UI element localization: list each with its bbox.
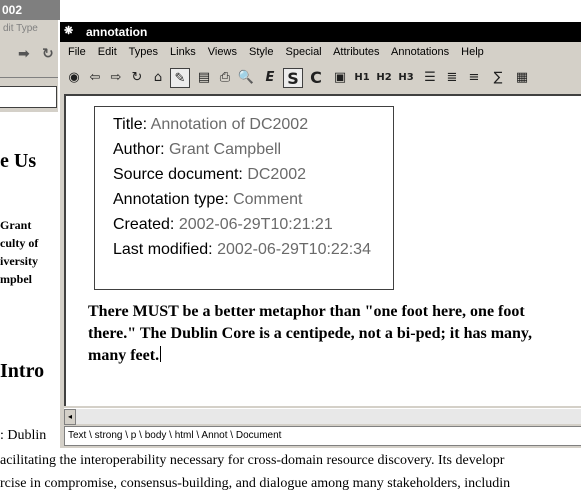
app-icon[interactable]: ❋ xyxy=(64,24,80,39)
annotation-window-title: annotation xyxy=(86,25,148,39)
background-url-area xyxy=(0,78,60,112)
metadata-title-label: Title: xyxy=(113,116,148,133)
status-bar: Text \ strong \ p \ body \ html \ Annot … xyxy=(64,426,581,446)
home-icon[interactable]: ⌂ xyxy=(148,68,168,88)
metadata-source: Source document: DC2002 xyxy=(113,162,393,187)
menu-file[interactable]: File xyxy=(68,46,86,58)
annotation-window: ❋ annotation File Edit Types Links Views… xyxy=(58,20,581,448)
metadata-type-value: Comment xyxy=(233,191,303,208)
image-icon[interactable]: ▣ xyxy=(330,68,350,88)
background-url-field[interactable] xyxy=(0,86,57,108)
menu-attributes[interactable]: Attributes xyxy=(333,46,379,58)
background-heading: e Us xyxy=(0,150,37,172)
element-path: Text \ strong \ p \ body \ html \ Annot … xyxy=(68,430,282,441)
menu-style[interactable]: Style xyxy=(249,46,273,58)
emphasis-icon[interactable]: E xyxy=(260,68,280,88)
back-icon[interactable]: ⇦ xyxy=(85,68,105,88)
print-icon[interactable]: ⎙ xyxy=(215,68,235,88)
strong-icon[interactable]: S xyxy=(283,68,303,88)
forward-icon[interactable]: ⇨ xyxy=(106,68,126,88)
metadata-created: Created: 2002-06-29T10:21:21 xyxy=(113,212,393,237)
bullet-list-icon[interactable]: ☰ xyxy=(420,68,440,88)
metadata-type: Annotation type: Comment xyxy=(113,187,393,212)
metadata-author-label: Author: xyxy=(113,141,165,158)
text-cursor xyxy=(160,346,162,362)
background-body-line: acilitating the interoperability necessa… xyxy=(0,453,505,468)
annotation-body-text[interactable]: There MUST be a better metaphor than "on… xyxy=(88,303,532,364)
toolbar: ◉ ⇦ ⇨ ↻ ⌂ ✎ ▤ ⎙ 🔍 E S C ▣ H1 H2 H3 ☰ ≣ ≡… xyxy=(60,64,581,92)
metadata-author-value: Grant Campbell xyxy=(169,141,282,158)
annotation-metadata-box: Title: Annotation of DC2002 Author: Gran… xyxy=(94,106,394,290)
background-toolbar: ➡ ↻ xyxy=(0,38,60,78)
background-paragraph-start: : Dublin xyxy=(0,428,47,443)
background-section-heading: Intro xyxy=(0,360,45,382)
background-author-affiliation: culty of xyxy=(0,236,39,250)
definition-list-icon[interactable]: ≡ xyxy=(464,68,484,88)
reload-icon[interactable]: ↻ xyxy=(42,46,54,62)
background-window-title[interactable]: 002 xyxy=(0,0,60,20)
code-icon[interactable]: C xyxy=(306,68,326,88)
heading3-icon[interactable]: H3 xyxy=(396,68,416,88)
math-icon[interactable]: ∑ xyxy=(488,68,508,88)
metadata-title-value: Annotation of DC2002 xyxy=(150,116,309,133)
horizontal-scrollbar[interactable]: ◂ xyxy=(64,408,581,425)
menubar: File Edit Types Links Views Style Specia… xyxy=(60,42,581,64)
metadata-modified-value: 2002-06-29T10:22:34 xyxy=(217,241,371,258)
stop-icon[interactable]: ◉ xyxy=(64,68,84,88)
scroll-left-icon[interactable]: ◂ xyxy=(64,409,76,425)
find-icon[interactable]: 🔍 xyxy=(236,68,256,88)
heading1-icon[interactable]: H1 xyxy=(352,68,372,88)
metadata-created-label: Created: xyxy=(113,216,175,233)
menu-types[interactable]: Types xyxy=(129,46,158,58)
table-icon[interactable]: ▦ xyxy=(512,68,532,88)
metadata-modified-label: Last modified: xyxy=(113,241,213,258)
reload-icon[interactable]: ↻ xyxy=(127,68,147,88)
metadata-modified: Last modified: 2002-06-29T10:22:34 xyxy=(113,237,393,262)
background-author-affiliation: iversity xyxy=(0,254,38,268)
menu-help[interactable]: Help xyxy=(461,46,484,58)
menu-views[interactable]: Views xyxy=(208,46,237,58)
menu-special[interactable]: Special xyxy=(286,46,322,58)
annotation-body[interactable]: There MUST be a better metaphor than "on… xyxy=(88,301,568,367)
background-body-line: rcise in compromise, consensus-building,… xyxy=(0,476,511,491)
annotation-window-titlebar[interactable]: ❋ annotation xyxy=(60,22,581,42)
metadata-source-link[interactable]: DC2002 xyxy=(247,166,306,183)
background-menubar[interactable]: dit Type xyxy=(0,20,60,38)
metadata-created-value: 2002-06-29T10:21:21 xyxy=(178,216,333,233)
menu-edit[interactable]: Edit xyxy=(98,46,117,58)
menu-links[interactable]: Links xyxy=(170,46,196,58)
metadata-author: Author: Grant Campbell xyxy=(113,137,393,162)
desktop: 002 dit Type ➡ ↻ e Us Grant culty of ive… xyxy=(0,0,581,502)
background-author-email: mpbel xyxy=(0,272,33,286)
background-author-name: Grant xyxy=(0,218,32,232)
metadata-source-label: Source document: xyxy=(113,166,243,183)
metadata-title: Title: Annotation of DC2002 xyxy=(113,112,393,137)
menu-annotations[interactable]: Annotations xyxy=(391,46,449,58)
document-view[interactable]: Title: Annotation of DC2002 Author: Gran… xyxy=(64,94,581,406)
edit-pencil-icon[interactable]: ✎ xyxy=(170,68,190,88)
save-icon[interactable]: ▤ xyxy=(194,68,214,88)
forward-icon[interactable]: ➡ xyxy=(18,46,30,62)
metadata-type-label: Annotation type: xyxy=(113,191,229,208)
heading2-icon[interactable]: H2 xyxy=(374,68,394,88)
numbered-list-icon[interactable]: ≣ xyxy=(442,68,462,88)
